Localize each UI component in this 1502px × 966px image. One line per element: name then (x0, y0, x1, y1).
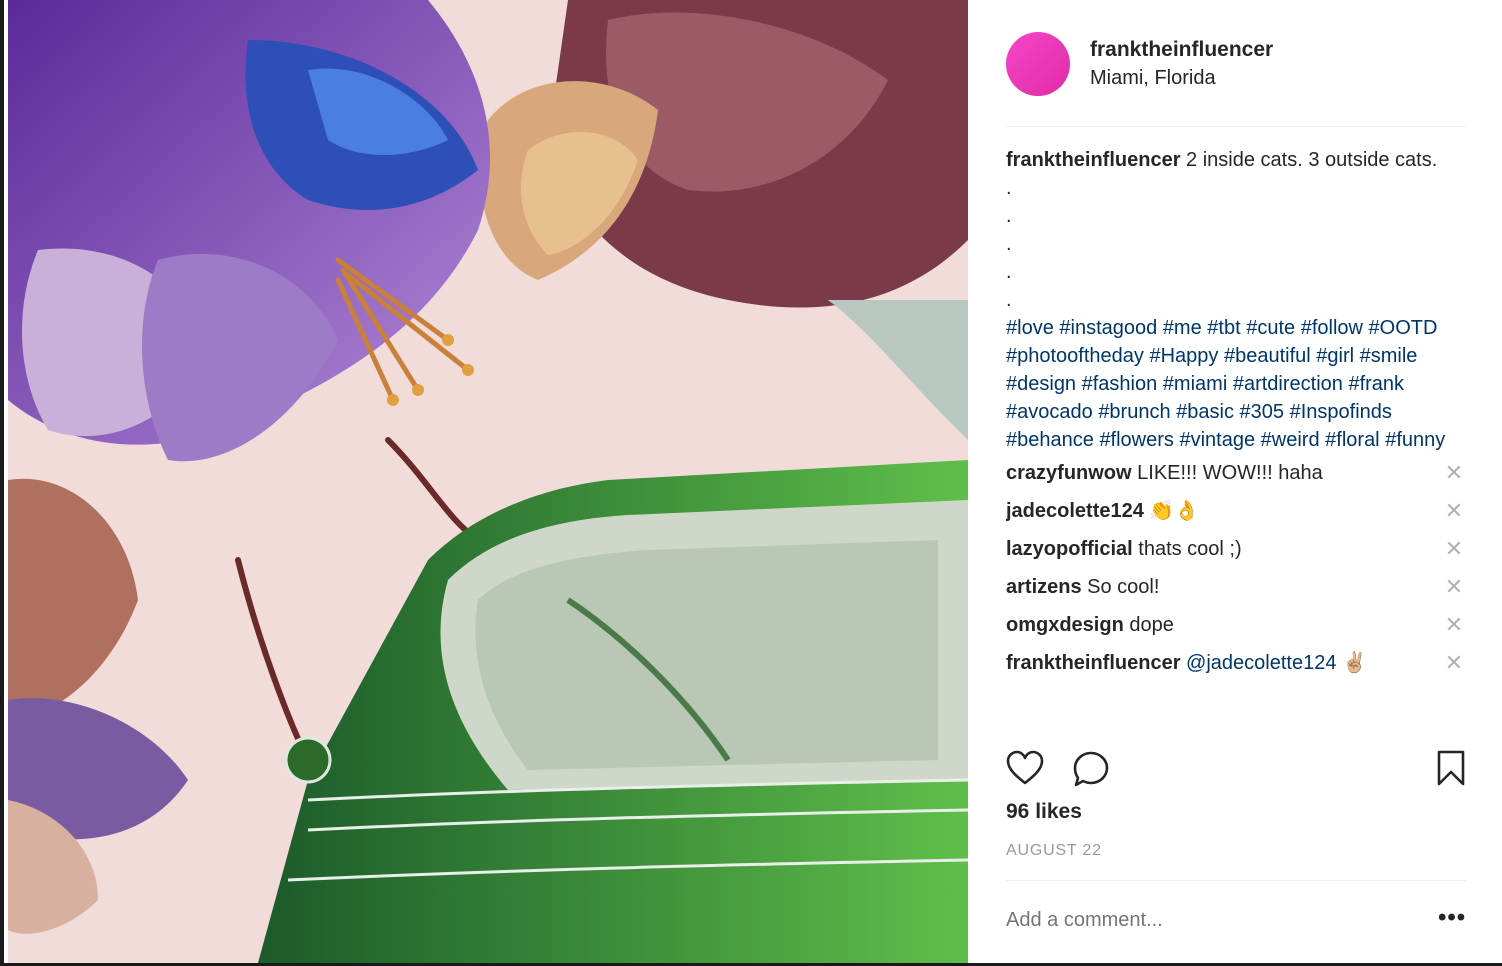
post-photo[interactable] (8, 0, 968, 963)
comments-list[interactable]: franktheinfluencer 2 inside cats. 3 outs… (1006, 146, 1466, 734)
hashtag-link[interactable]: #basic (1176, 401, 1234, 423)
comment-text: LIKE!!! WOW!!! haha (1137, 462, 1323, 484)
hashtag-link[interactable]: #me (1163, 317, 1202, 339)
post-window: franktheinfluencer Miami, Florida frankt… (0, 0, 1502, 966)
divider (1006, 880, 1466, 881)
comment-row: lazyopofficial thats cool ;) ✕ (1006, 530, 1466, 568)
caption-dot: . (1006, 233, 1012, 255)
remove-comment-icon[interactable]: ✕ (1442, 568, 1466, 606)
comment-text: thats cool ;) (1138, 538, 1242, 560)
hashtag-link[interactable]: #beautiful (1224, 345, 1311, 367)
comment-username[interactable]: artizens (1006, 576, 1082, 598)
hashtag-link[interactable]: #follow (1301, 317, 1363, 339)
hashtag-link[interactable]: #photooftheday (1006, 345, 1144, 367)
hashtag-link[interactable]: #brunch (1098, 401, 1170, 423)
comment-username[interactable]: omgxdesign (1006, 614, 1124, 636)
hashtag-link[interactable]: #floral (1325, 429, 1379, 451)
heart-icon[interactable] (1006, 750, 1044, 791)
hashtag-link[interactable]: #smile (1360, 345, 1418, 367)
post-photo-art (8, 0, 968, 963)
hashtag-link[interactable]: #avocado (1006, 401, 1093, 423)
comment-text: 👏👌 (1149, 500, 1200, 522)
comment-row: jadecolette124 👏👌 ✕ (1006, 492, 1466, 530)
action-bar (1006, 748, 1466, 792)
comment-row: omgxdesign dope ✕ (1006, 606, 1466, 644)
hashtag-list: #love #instagood #me #tbt #cute #follow … (1006, 314, 1466, 454)
hashtag-link[interactable]: #design (1006, 373, 1076, 395)
likes-count[interactable]: 96 likes (1006, 800, 1082, 824)
comment-bubble-icon[interactable] (1072, 750, 1110, 793)
hashtag-link[interactable]: #weird (1261, 429, 1320, 451)
caption-username[interactable]: franktheinfluencer (1006, 149, 1180, 171)
comment-text: dope (1129, 614, 1174, 636)
caption: franktheinfluencer 2 inside cats. 3 outs… (1006, 146, 1466, 174)
hashtag-link[interactable]: #girl (1316, 345, 1354, 367)
hashtag-link[interactable]: #frank (1348, 373, 1404, 395)
hashtag-link[interactable]: #flowers (1099, 429, 1173, 451)
hashtag-link[interactable]: #miami (1163, 373, 1227, 395)
hashtag-link[interactable]: #Inspofinds (1290, 401, 1392, 423)
comment-row: crazyfunwow LIKE!!! WOW!!! haha ✕ (1006, 454, 1466, 492)
hashtag-link[interactable]: #love (1006, 317, 1054, 339)
caption-dot: . (1006, 261, 1012, 283)
remove-comment-icon[interactable]: ✕ (1442, 644, 1466, 682)
post-date: AUGUST 22 (1006, 842, 1102, 859)
comment-username[interactable]: lazyopofficial (1006, 538, 1133, 560)
comment-username[interactable]: jadecolette124 (1006, 500, 1144, 522)
comment-mention[interactable]: @jadecolette124 (1186, 652, 1336, 674)
comment-rows: crazyfunwow LIKE!!! WOW!!! haha ✕ jadecole… (1006, 454, 1466, 682)
hashtag-link[interactable]: #tbt (1207, 317, 1240, 339)
caption-dot: . (1006, 205, 1012, 227)
comment-username[interactable]: crazyfunwow (1006, 462, 1132, 484)
hashtag-link[interactable]: #vintage (1179, 429, 1255, 451)
comment-row: artizens So cool! ✕ (1006, 568, 1466, 606)
hashtag-link[interactable]: #artdirection (1233, 373, 1343, 395)
remove-comment-icon[interactable]: ✕ (1442, 492, 1466, 530)
avatar[interactable] (1006, 32, 1070, 96)
add-comment-input[interactable] (1006, 904, 1406, 936)
hashtag-link[interactable]: #instagood (1059, 317, 1157, 339)
remove-comment-icon[interactable]: ✕ (1442, 530, 1466, 568)
caption-dot: . (1006, 289, 1012, 311)
hashtag-link[interactable]: #cute (1246, 317, 1295, 339)
location-link[interactable]: Miami, Florida (1090, 67, 1216, 90)
remove-comment-icon[interactable]: ✕ (1442, 454, 1466, 492)
hashtag-link[interactable]: #behance (1006, 429, 1094, 451)
caption-dots: . . . . . (1006, 174, 1466, 314)
post-details-panel: franktheinfluencer Miami, Florida frankt… (968, 0, 1502, 963)
post-header: franktheinfluencer Miami, Florida (1006, 32, 1466, 127)
comment-text: So cool! (1087, 576, 1160, 598)
comment-row: franktheinfluencer @jadecolette124 ✌🏼 ✕ (1006, 644, 1466, 682)
hashtag-link[interactable]: #Happy (1149, 345, 1218, 367)
caption-dot: . (1006, 177, 1012, 199)
author-username[interactable]: franktheinfluencer (1090, 38, 1273, 62)
hashtag-link[interactable]: #305 (1240, 401, 1285, 423)
bookmark-icon[interactable] (1436, 750, 1466, 791)
hashtag-link[interactable]: #funny (1385, 429, 1445, 451)
caption-text: 2 inside cats. 3 outside cats. (1186, 149, 1438, 171)
comment-username[interactable]: franktheinfluencer (1006, 652, 1180, 674)
more-options-icon[interactable]: ••• (1438, 906, 1466, 930)
hashtag-link[interactable]: #OOTD (1369, 317, 1438, 339)
comment-text: ✌🏼 (1342, 652, 1367, 674)
hashtag-link[interactable]: #fashion (1082, 373, 1158, 395)
remove-comment-icon[interactable]: ✕ (1442, 606, 1466, 644)
